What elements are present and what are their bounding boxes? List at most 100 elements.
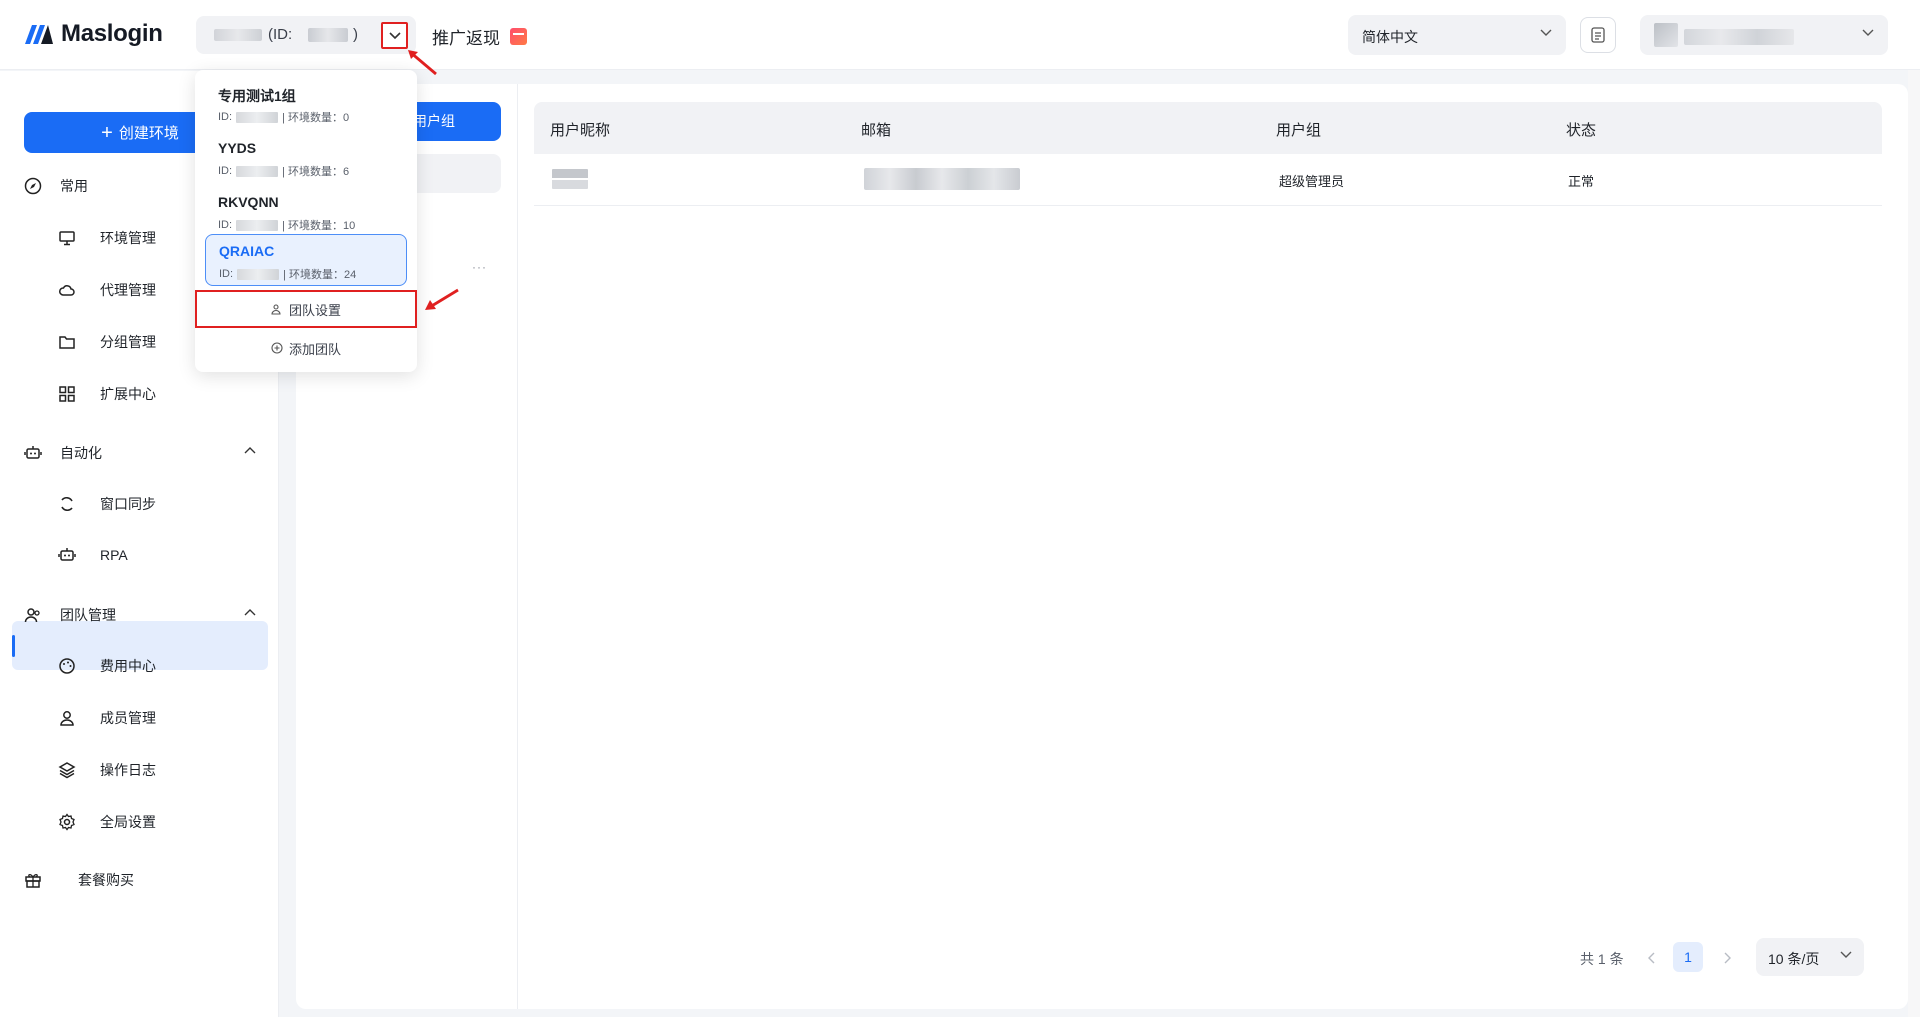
sidebar-item-label: 操作日志 (100, 762, 156, 778)
nav-group-common[interactable]: 常用 (24, 176, 88, 196)
cloud-icon (59, 285, 75, 296)
docs-button[interactable] (1580, 17, 1616, 53)
more-options-icon[interactable]: ··· (472, 260, 487, 274)
team-option-meta: ID: | 环境数量：24 (219, 268, 357, 281)
robot-icon (58, 548, 76, 561)
sidebar-item-label: 费用中心 (100, 658, 156, 674)
nav-group-team[interactable]: 团队管理 (24, 605, 116, 625)
page-scrollbar[interactable] (1908, 70, 1920, 1017)
team-dropdown-menu: 专用测试1组 ID: | 环境数量：0 YYDS ID: | 环境数量：6 RKVQ… (195, 70, 417, 372)
sidebar-item-label: RPA (100, 547, 128, 563)
robot-icon (24, 446, 42, 459)
create-environment-label: 创建环境 (118, 125, 179, 142)
user-icon (60, 711, 74, 726)
page-size-select[interactable]: 10 条/页 (1756, 938, 1864, 976)
panel-divider (517, 84, 518, 1009)
sidebar-item-members[interactable]: 成员管理 (58, 708, 156, 728)
column-header-user-group: 用户组 (1276, 122, 1322, 139)
team-id-redacted (308, 28, 348, 42)
sync-icon (61, 496, 73, 512)
chevron-left-icon[interactable] (1647, 952, 1655, 964)
team-settings-label: 团队设置 (288, 302, 341, 318)
team-option-meta: ID: | 环境数量：0 (218, 111, 350, 124)
promo-link[interactable]: 推广返现 (432, 24, 527, 49)
palette-icon (59, 658, 75, 674)
gear-icon (59, 813, 75, 831)
chevron-down-icon (1840, 951, 1852, 958)
column-header-nickname: 用户昵称 (550, 122, 611, 139)
team-option[interactable]: 专用测试1组 ID: | 环境数量：0 (205, 78, 407, 130)
logo-text: Maslogin (61, 20, 163, 47)
users-icon (24, 608, 40, 623)
layers-icon (58, 762, 76, 779)
team-option[interactable]: RKVQNN ID: | 环境数量：10 (205, 186, 407, 238)
team-option-name: QRAIAC (219, 243, 275, 259)
sidebar-item-label: 环境管理 (100, 230, 156, 246)
team-option-selected[interactable]: QRAIAC ID: | 环境数量：24 (205, 234, 407, 286)
sidebar-item-label: 窗口同步 (100, 496, 156, 512)
sidebar-item-global-settings[interactable]: 全局设置 (58, 812, 156, 832)
sidebar-item-label: 扩展中心 (100, 386, 156, 402)
team-option-name: 专用测试1组 (218, 88, 296, 104)
sidebar-item-billing[interactable]: 费用中心 (58, 656, 156, 676)
sidebar-item-label: 全局设置 (100, 814, 156, 830)
sidebar-item-environments[interactable]: 环境管理 (58, 228, 156, 248)
app-logo[interactable]: Maslogin (24, 20, 163, 48)
chevron-up-icon[interactable] (244, 608, 256, 616)
gift-icon (510, 28, 527, 45)
top-header: Maslogin (ID: ) 推广返现 简体中文 (0, 0, 1920, 70)
add-team-label: 添加团队 (288, 341, 341, 357)
sidebar-item-label: 成员管理 (100, 710, 156, 726)
compass-icon (24, 177, 42, 195)
active-nav-indicator (12, 635, 15, 657)
nav-group-label: 常用 (60, 178, 88, 194)
cell-user-group: 超级管理员 (1279, 174, 1345, 189)
nav-group-label: 团队管理 (60, 607, 116, 623)
document-icon (1591, 27, 1605, 43)
nav-group-automation[interactable]: 自动化 (24, 443, 102, 463)
sidebar-item-rpa[interactable]: RPA (58, 546, 128, 564)
sidebar-item-operation-log[interactable]: 操作日志 (58, 760, 156, 780)
sidebar-item-window-sync[interactable]: 窗口同步 (58, 494, 156, 514)
table-row[interactable]: 超级管理员 正常 (534, 154, 1882, 206)
sidebar-item-label: 分组管理 (100, 334, 156, 350)
gift-box-icon (25, 874, 41, 888)
team-option[interactable]: YYDS ID: | 环境数量：6 (205, 132, 407, 184)
maslogin-logo-icon (25, 25, 53, 44)
sidebar-item-groups[interactable]: 分组管理 (58, 332, 156, 352)
plus-icon: + (101, 121, 113, 144)
chevron-right-icon[interactable] (1724, 952, 1732, 964)
column-header-status: 状态 (1566, 122, 1597, 139)
members-table-header: 用户昵称 邮箱 用户组 状态 (534, 102, 1882, 154)
pagination-total: 共 1 条 (1580, 951, 1624, 967)
sidebar-item-label: 代理管理 (100, 282, 156, 298)
chevron-down-icon (1862, 29, 1874, 36)
group-search-input[interactable] (411, 154, 501, 193)
cell-status: 正常 (1568, 174, 1595, 189)
language-select[interactable]: 简体中文 (1348, 15, 1566, 55)
username-redacted (1684, 29, 1794, 45)
sidebar-item-extensions[interactable]: 扩展中心 (58, 384, 156, 404)
monitor-icon (59, 231, 75, 246)
page-size-value: 10 条/页 (1768, 951, 1820, 967)
nav-group-package-purchase[interactable]: 套餐购买 (24, 870, 134, 890)
team-settings-button[interactable]: 团队设置 (195, 290, 417, 328)
user-account-menu[interactable] (1640, 15, 1888, 55)
avatar (1654, 23, 1678, 47)
nav-group-label: 自动化 (60, 445, 102, 461)
team-users-icon (271, 304, 281, 315)
promo-label: 推广返现 (432, 29, 500, 48)
pagination-page-1[interactable]: 1 (1673, 942, 1703, 972)
team-id-prefix: (ID: (268, 26, 293, 43)
add-team-button[interactable]: 添加团队 (195, 332, 417, 364)
chevron-down-icon (388, 31, 401, 39)
sidebar-item-proxies[interactable]: 代理管理 (58, 280, 156, 300)
nav-group-label: 套餐购买 (78, 872, 134, 888)
team-id-suffix: ) (353, 26, 358, 43)
user-group-button[interactable]: 用户组 (411, 102, 501, 141)
chevron-up-icon[interactable] (244, 446, 256, 454)
add-circle-icon (271, 342, 283, 354)
chevron-down-icon (1540, 29, 1552, 36)
email-redacted (864, 168, 1020, 190)
team-dropdown-toggle-button[interactable] (381, 22, 408, 49)
